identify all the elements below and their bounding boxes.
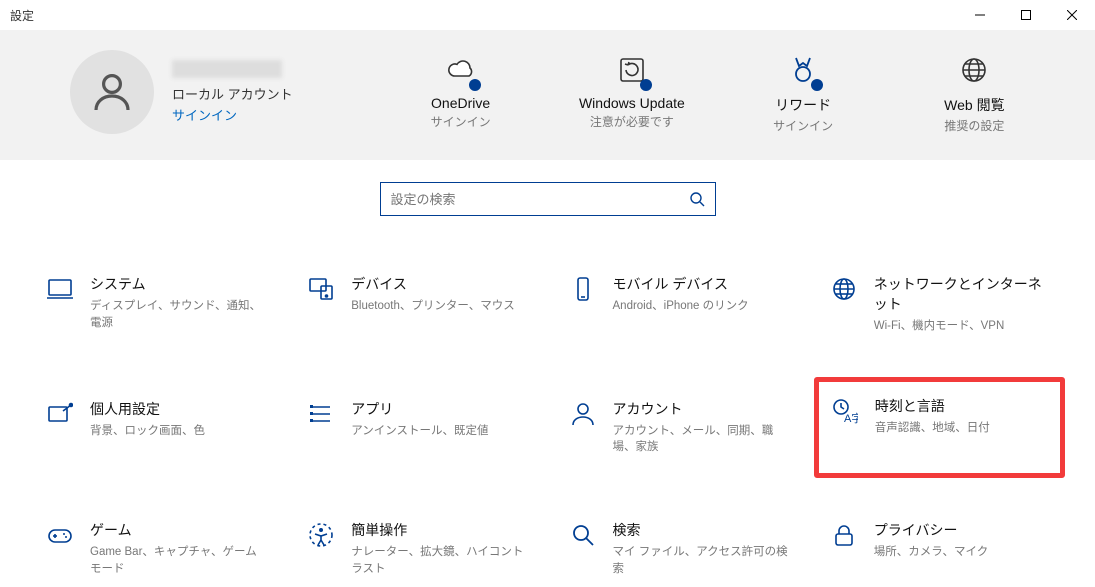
category-accounts[interactable]: アカウント アカウント、メール、同期、職場、家族: [553, 389, 804, 466]
category-subtitle: 背景、ロック画面、色: [90, 423, 205, 440]
close-button[interactable]: [1049, 0, 1095, 30]
person-icon: [565, 399, 601, 427]
banner-item-subtitle: 注意が必要です: [590, 113, 674, 130]
category-subtitle: ディスプレイ、サウンド、通知、電源: [90, 298, 269, 331]
apps-icon: [303, 399, 339, 427]
minimize-button[interactable]: [957, 0, 1003, 30]
rewards-icon: [787, 51, 819, 89]
category-title: アプリ: [351, 399, 488, 419]
phone-icon: [565, 274, 601, 302]
system-icon: [42, 274, 78, 302]
window-title: 設定: [10, 7, 34, 24]
accessibility-icon: [303, 520, 339, 548]
personalization-icon: [42, 399, 78, 427]
category-subtitle: Bluetooth、プリンター、マウス: [351, 298, 514, 315]
banner-item-subtitle: 推奨の設定: [944, 117, 1004, 134]
banner-item-title: リワード: [775, 95, 831, 115]
account-text: ローカル アカウント サインイン: [172, 60, 293, 124]
banner-item-title: Web 閲覧: [944, 95, 1004, 115]
banner-item-subtitle: サインイン: [773, 117, 833, 134]
account-block[interactable]: ローカル アカウント サインイン: [70, 50, 380, 134]
category-search[interactable]: 検索 マイ ファイル、アクセス許可の検索: [553, 510, 804, 587]
titlebar: 設定: [0, 0, 1095, 30]
category-devices[interactable]: デバイス Bluetooth、プリンター、マウス: [291, 264, 542, 345]
search-icon: [689, 191, 705, 207]
status-dot: [469, 79, 481, 91]
category-subtitle: 音声認識、地域、日付: [875, 420, 990, 437]
account-type-label: ローカル アカウント: [172, 84, 293, 103]
svg-text:A字: A字: [844, 411, 858, 424]
banner-item-title: OneDrive: [431, 95, 490, 111]
lock-icon: [826, 520, 862, 548]
search-wrap: [0, 160, 1095, 224]
category-title: 個人用設定: [90, 399, 205, 419]
globe-icon: [958, 51, 990, 89]
category-subtitle: 場所、カメラ、マイク: [874, 544, 989, 561]
search-icon: [565, 520, 601, 548]
category-time-language[interactable]: A字 時刻と言語 音声認識、地域、日付: [814, 377, 1065, 478]
banner-item-title: Windows Update: [579, 95, 685, 111]
account-name-redacted: [172, 60, 282, 78]
status-dot: [640, 79, 652, 91]
account-signin-link[interactable]: サインイン: [172, 105, 293, 124]
gamepad-icon: [42, 520, 78, 548]
window-controls: [957, 0, 1095, 30]
category-title: ネットワークとインターネット: [874, 274, 1053, 314]
category-title: デバイス: [351, 274, 514, 294]
category-title: アカウント: [613, 399, 792, 419]
category-title: ゲーム: [90, 520, 269, 540]
banner-item-rewards[interactable]: リワード サインイン: [728, 51, 878, 134]
category-title: システム: [90, 274, 269, 294]
devices-icon: [303, 274, 339, 302]
account-banner: ローカル アカウント サインイン OneDrive サインイン: [0, 30, 1095, 160]
banner-item-subtitle: サインイン: [431, 113, 491, 130]
category-subtitle: Game Bar、キャプチャ、ゲーム モード: [90, 544, 269, 577]
banner-item-windows-update[interactable]: Windows Update 注意が必要です: [557, 51, 707, 134]
category-gaming[interactable]: ゲーム Game Bar、キャプチャ、ゲーム モード: [30, 510, 281, 587]
category-title: 時刻と言語: [875, 396, 990, 416]
category-network[interactable]: ネットワークとインターネット Wi-Fi、機内モード、VPN: [814, 264, 1065, 345]
time-language-icon: A字: [827, 396, 863, 424]
search-box[interactable]: [380, 182, 716, 216]
banner-items: OneDrive サインイン Windows Update 注意が必要です: [380, 51, 1055, 134]
category-title: 簡単操作: [351, 520, 530, 540]
category-grid: システム ディスプレイ、サウンド、通知、電源 デバイス Bluetooth、プリ…: [0, 224, 1095, 587]
globe-icon: [826, 274, 862, 302]
category-system[interactable]: システム ディスプレイ、サウンド、通知、電源: [30, 264, 281, 345]
category-subtitle: Wi-Fi、機内モード、VPN: [874, 318, 1053, 335]
category-mobile[interactable]: モバイル デバイス Android、iPhone のリンク: [553, 264, 804, 345]
category-subtitle: Android、iPhone のリンク: [613, 298, 749, 315]
category-title: モバイル デバイス: [613, 274, 749, 294]
category-subtitle: マイ ファイル、アクセス許可の検索: [613, 544, 792, 577]
category-personalization[interactable]: 個人用設定 背景、ロック画面、色: [30, 389, 281, 466]
category-subtitle: アンインストール、既定値: [351, 423, 488, 440]
banner-item-web[interactable]: Web 閲覧 推奨の設定: [899, 51, 1049, 134]
category-privacy[interactable]: プライバシー 場所、カメラ、マイク: [814, 510, 1065, 587]
status-dot: [811, 79, 823, 91]
category-ease-of-access[interactable]: 簡単操作 ナレーター、拡大鏡、ハイコントラスト: [291, 510, 542, 587]
category-apps[interactable]: アプリ アンインストール、既定値: [291, 389, 542, 466]
search-input[interactable]: [391, 192, 689, 207]
category-title: プライバシー: [874, 520, 989, 540]
cloud-icon: [445, 51, 477, 89]
update-icon: [616, 51, 648, 89]
category-subtitle: ナレーター、拡大鏡、ハイコントラスト: [351, 544, 530, 577]
banner-item-onedrive[interactable]: OneDrive サインイン: [386, 51, 536, 134]
maximize-button[interactable]: [1003, 0, 1049, 30]
avatar: [70, 50, 154, 134]
category-subtitle: アカウント、メール、同期、職場、家族: [613, 423, 792, 456]
category-title: 検索: [613, 520, 792, 540]
